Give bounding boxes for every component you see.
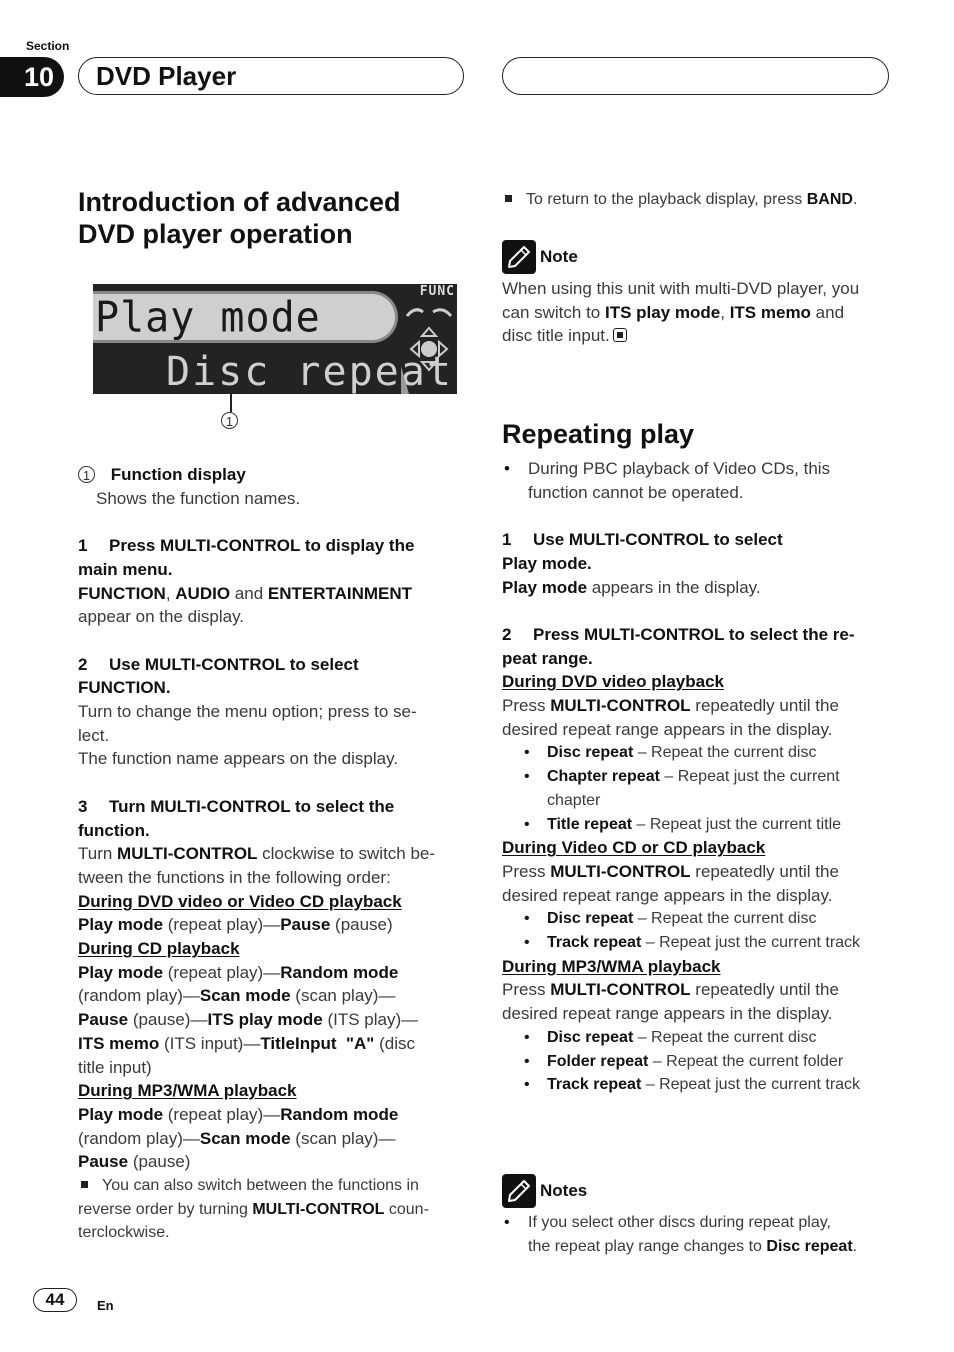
section-title-repeating-play: Repeating play (502, 419, 695, 449)
dvd-vcd-order: Play mode (repeat play)—Pause (pause) (78, 915, 393, 935)
square-bullet-icon (81, 1180, 88, 1188)
legend-title: Function display (110, 465, 246, 484)
page-number: 44 (33, 1288, 77, 1312)
cd-order-line-1: Play mode (repeat play)—Random mode (78, 962, 399, 982)
step-2-heading: 2 Use MULTI-CONTROL to select (78, 654, 359, 674)
lcd-line-1: Play mode (95, 293, 321, 343)
mp3-order-line-2: (random play)—Scan mode (scan play)— (78, 1128, 396, 1148)
right-column-body: During PBC playback of Video CDs, thisfu… (502, 457, 902, 1097)
callout-leader-line (230, 390, 232, 412)
cd-order-line-3: Pause (pause)—ITS play mode (ITS play)— (78, 1010, 419, 1030)
repeat-option: Track repeat – Repeat just the current t… (502, 1073, 902, 1097)
legend-item: 1 Function display (78, 463, 470, 487)
mp3-repeat-options: Disc repeat – Repeat the current disc Fo… (502, 1026, 902, 1097)
step-3-body: Turn MULTI-CONTROL clockwise to switch b… (78, 844, 436, 864)
empty-header-frame (502, 57, 889, 95)
reverse-order-tip-end: terclockwise. (78, 1224, 170, 1242)
step-1-heading: 1 Press MULTI-CONTROL to display the (78, 536, 415, 556)
step-3-heading-cont: function. (78, 820, 150, 840)
step-1-heading-cont: main menu. (78, 559, 173, 579)
pencil-note-icon (502, 1174, 536, 1208)
note-body: When using this unit with multi-DVD play… (502, 277, 902, 348)
dvd-repeat-heading: During DVD video playback (502, 672, 724, 692)
right-column-top: To return to the playback display, press… (502, 188, 902, 212)
step-1-body-cont: appear on the display. (78, 607, 245, 627)
repeat-option: Chapter repeat – Repeat just the current… (502, 765, 902, 812)
function-display-illustration: Play mode Disc repeat FUNC (93, 284, 457, 394)
step-3-heading: 3 Turn MULTI-CONTROL to select the (78, 796, 395, 816)
step-2-body-3: The function name appears on the display… (78, 749, 399, 769)
mp3-press-text-cont: desired repeat range appears in the disp… (502, 1004, 833, 1024)
mp3-order-heading: During MP3/WMA playback (78, 1081, 297, 1101)
callout-marker: 1 (221, 412, 238, 429)
end-of-section-icon (612, 328, 627, 343)
repeat-option: Disc repeat – Repeat the current disc (502, 1026, 902, 1050)
vcd-cd-repeat-heading: During Video CD or CD playback (502, 838, 766, 858)
reverse-order-tip: You can also switch between the function… (78, 1174, 470, 1198)
step-3-body-cont: tween the functions in the following ord… (78, 867, 391, 887)
section-title-intro: Introduction of advanced DVD player oper… (78, 186, 401, 250)
notes-label: Notes (540, 1181, 588, 1200)
step-2-body-1: Turn to change the menu option; press to… (78, 702, 417, 721)
dvd-repeat-options: Disc repeat – Repeat the current disc Ch… (502, 741, 902, 836)
pbc-note-list: During PBC playback of Video CDs, thisfu… (502, 457, 902, 504)
repeat-step-1-heading: 1 Use MULTI-CONTROL to select (502, 530, 783, 550)
reverse-order-tip-cont: reverse order by turning MULTI-CONTROL c… (78, 1200, 429, 1218)
chapter-title: DVD Player (96, 61, 237, 91)
cd-order-heading: During CD playback (78, 939, 240, 959)
repeat-option: Title repeat – Repeat just the current t… (502, 813, 902, 837)
mp3-press-text: Press MULTI-CONTROL repeatedly until the (502, 980, 839, 1000)
dvd-press-text-cont: desired repeat range appears in the disp… (502, 719, 833, 739)
section-number-tab: 10 (0, 57, 64, 97)
dvd-vcd-order-heading: During DVD video or Video CD playback (78, 891, 402, 911)
vcd-cd-repeat-options: Disc repeat – Repeat the current disc Tr… (502, 907, 902, 954)
title-line-1: Introduction of advanced (78, 187, 401, 217)
step-2-body-2: lect. (78, 725, 110, 745)
note-label: Note (540, 247, 578, 266)
note-line-3: disc title input. (502, 324, 902, 348)
square-bullet-icon (505, 194, 512, 202)
mp3-order-line-1: Play mode (repeat play)—Random mode (78, 1104, 399, 1124)
notes-list: If you select other discs during repeat … (502, 1211, 902, 1258)
lcd-func-label: FUNC (419, 284, 455, 299)
multi-control-joystick-icon (401, 308, 453, 394)
notes-body: If you select other discs during repeat … (502, 1211, 902, 1258)
mp3-repeat-heading: During MP3/WMA playback (502, 956, 721, 976)
note-line-2: can switch to ITS play mode, ITS memo an… (502, 302, 845, 322)
step-2-heading-cont: FUNCTION. (78, 678, 171, 698)
cd-order-line-4: ITS memo (ITS input)—TitleInput "A" (dis… (78, 1033, 415, 1053)
note-line-1: When using this unit with multi-DVD play… (502, 279, 860, 298)
pbc-note: During PBC playback of Video CDs, thisfu… (502, 457, 902, 504)
note-header: Note (502, 240, 578, 274)
repeat-step-1-heading-cont: Play mode. (502, 553, 592, 573)
repeat-step-2-heading: 2 Press MULTI-CONTROL to select the re- (502, 624, 855, 644)
notes-item: If you select other discs during repeat … (502, 1211, 902, 1258)
repeat-option: Folder repeat – Repeat the current folde… (502, 1050, 902, 1074)
left-column-body: 1 Function display Shows the function na… (78, 463, 470, 1245)
return-tip: To return to the playback display, press… (502, 188, 902, 212)
title-line-2: DVD player operation (78, 219, 353, 249)
repeat-step-1-body: Play mode appears in the display. (502, 577, 761, 597)
step-1-body: FUNCTION, AUDIO and ENTERTAINMENT (78, 583, 413, 603)
legend-description: Shows the function names. (96, 488, 301, 508)
vcd-press-text-cont: desired repeat range appears in the disp… (502, 885, 833, 905)
cd-order-line-5: title input) (78, 1057, 152, 1077)
repeat-option: Disc repeat – Repeat the current disc (502, 741, 902, 765)
pencil-note-icon (502, 240, 536, 274)
repeat-option: Disc repeat – Repeat the current disc (502, 907, 902, 931)
mp3-order-line-3: Pause (pause) (78, 1152, 191, 1172)
repeat-step-2-heading-cont: peat range. (502, 648, 593, 668)
language-label: En (97, 1298, 114, 1313)
legend-marker: 1 (78, 466, 95, 483)
section-label: Section (26, 39, 70, 53)
repeat-option: Track repeat – Repeat just the current t… (502, 931, 902, 955)
cd-order-line-2: (random play)—Scan mode (scan play)— (78, 986, 396, 1006)
vcd-press-text: Press MULTI-CONTROL repeatedly until the (502, 861, 839, 881)
dvd-press-text: Press MULTI-CONTROL repeatedly until the (502, 696, 839, 715)
notes-header: Notes (502, 1174, 587, 1208)
